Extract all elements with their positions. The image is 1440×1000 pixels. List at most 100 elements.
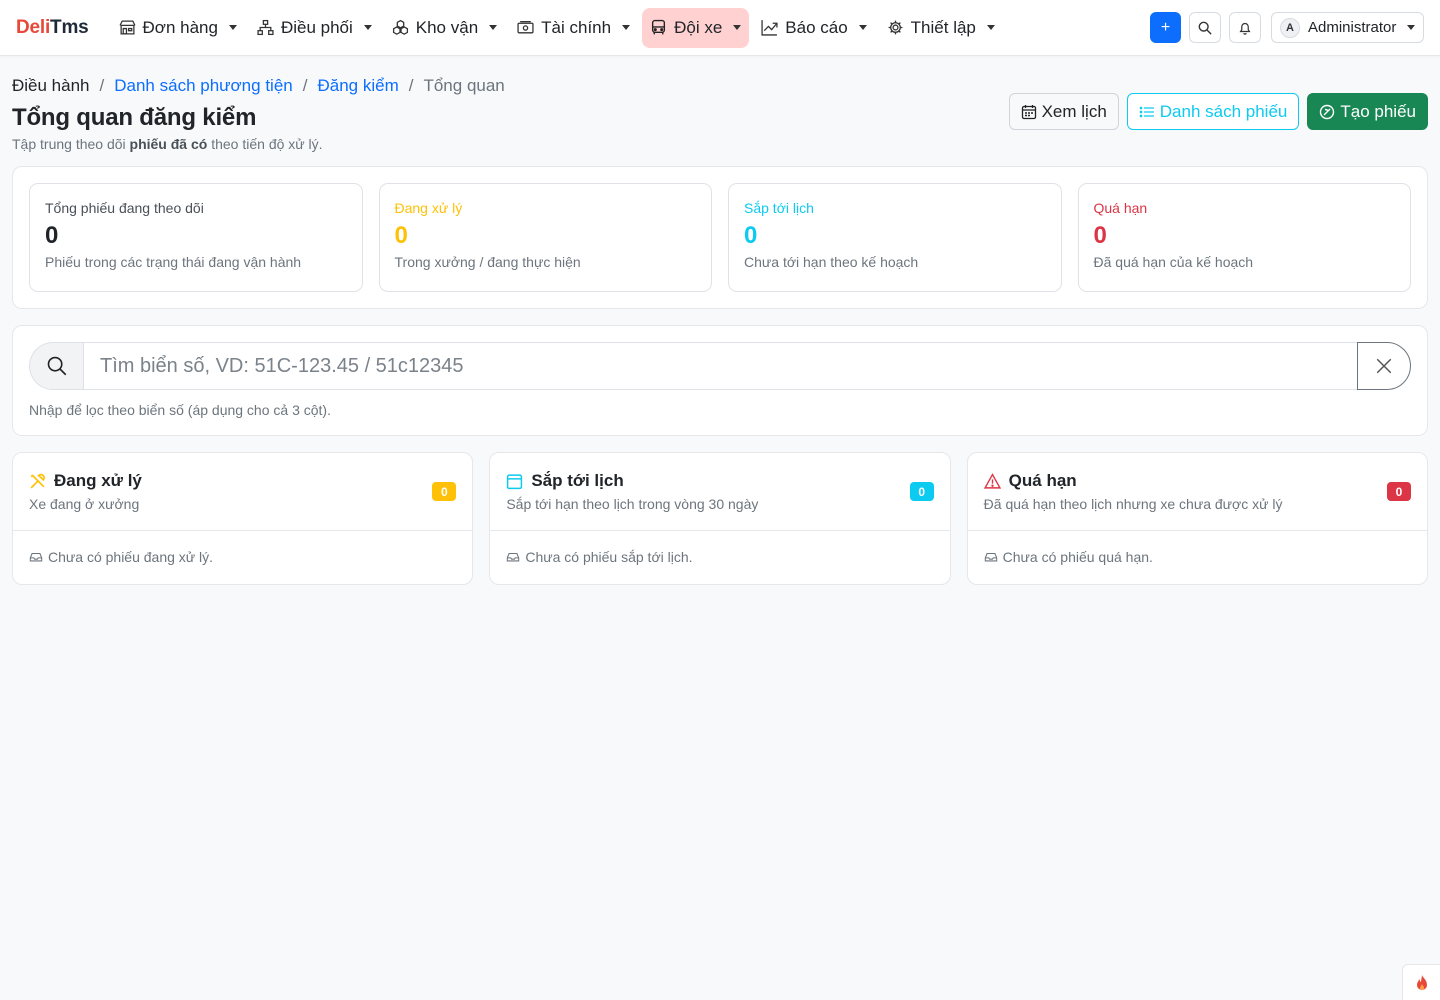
empty-text: Chưa có phiếu quá hạn. xyxy=(1002,549,1153,565)
stat-overdue: Quá hạn 0 Đã quá hạn của kế hoạch xyxy=(1077,183,1411,292)
bus-icon xyxy=(652,19,666,35)
top-navbar: DeliTms Đơn hàng Điều phối Kho vận Tài c… xyxy=(0,0,1440,56)
nav-item-label: Thiết lập xyxy=(910,17,976,37)
nav-item-label: Điều phối xyxy=(280,17,353,37)
brand-part1: Deli xyxy=(16,16,51,38)
breadcrumb-current: Tổng quan xyxy=(423,76,505,95)
nav-item-label: Báo cáo xyxy=(785,17,848,37)
breadcrumb-root[interactable]: Điều hành xyxy=(12,76,90,96)
chevron-down-icon xyxy=(733,25,742,30)
column-title: Quá hạn xyxy=(983,471,1411,491)
boxes-icon xyxy=(392,19,408,35)
stat-upcoming: Sắp tới lịch 0 Chưa tới hạn theo kế hoạc… xyxy=(728,183,1062,292)
plate-search-input[interactable] xyxy=(83,342,1357,390)
nav-item-reports[interactable]: Báo cáo xyxy=(753,8,874,48)
chevron-down-icon xyxy=(228,25,237,30)
stat-value: 0 xyxy=(45,222,59,249)
calendar-icon xyxy=(507,473,523,489)
header-actions: Xem lịch Danh sách phiếu Tạo phiếu xyxy=(1008,93,1428,130)
button-label: Tạo phiếu xyxy=(1340,101,1416,121)
status-columns: Đang xử lý Xe đang ở xưởng 0 Chưa có phi… xyxy=(12,452,1428,585)
column-empty-state: Chưa có phiếu quá hạn. xyxy=(968,531,1427,565)
diagram-icon xyxy=(257,19,274,36)
empty-text: Chưa có phiếu sắp tới lịch. xyxy=(525,549,693,565)
notifications-button[interactable] xyxy=(1229,12,1261,43)
nav-item-dispatch[interactable]: Điều phối xyxy=(249,8,380,48)
column-empty-state: Chưa có phiếu đang xử lý. xyxy=(13,531,472,565)
stat-processing: Đang xử lý 0 Trong xưởng / đang thực hiệ… xyxy=(378,183,712,292)
chevron-down-icon xyxy=(363,25,372,30)
stat-description: Đã quá hạn của kế hoạch xyxy=(1093,254,1254,270)
stat-description: Chưa tới hạn theo kế hoạch xyxy=(744,254,919,270)
button-label: Danh sách phiếu xyxy=(1159,101,1288,121)
nav-item-orders[interactable]: Đơn hàng xyxy=(111,8,245,48)
page-header: Điều hành / Danh sách phương tiện / Đăng… xyxy=(0,56,1440,166)
stat-label: Quá hạn xyxy=(1093,200,1148,216)
create-ticket-button[interactable]: Tạo phiếu xyxy=(1307,93,1428,130)
subtitle-text: Tập trung theo dõi xyxy=(12,136,130,152)
chevron-down-icon xyxy=(858,25,867,30)
column-processing: Đang xử lý Xe đang ở xưởng 0 Chưa có phi… xyxy=(12,452,474,585)
stat-value: 0 xyxy=(394,222,408,249)
column-title-text: Đang xử lý xyxy=(54,471,142,490)
nav-item-settings[interactable]: Thiết lập xyxy=(879,8,1003,48)
column-subtitle: Xe đang ở xưởng xyxy=(29,496,140,512)
search-addon xyxy=(29,342,83,390)
quick-add-button[interactable]: + xyxy=(1150,12,1181,43)
chevron-down-icon xyxy=(622,25,631,30)
debug-toolbar-toggle[interactable] xyxy=(1402,964,1440,1000)
main-menu: Đơn hàng Điều phối Kho vận Tài chính Đội… xyxy=(111,7,1003,48)
warning-icon xyxy=(983,472,1001,489)
list-icon xyxy=(1139,106,1154,117)
breadcrumb-vehicles-link[interactable]: Danh sách phương tiện xyxy=(114,76,292,96)
search-group xyxy=(29,342,1411,390)
stats-card: Tổng phiếu đang theo dõi 0 Phiếu trong c… xyxy=(12,166,1428,309)
close-icon xyxy=(1376,358,1392,374)
view-calendar-button[interactable]: Xem lịch xyxy=(1008,93,1119,130)
user-name: Administrator xyxy=(1308,19,1397,36)
stat-total: Tổng phiếu đang theo dõi 0 Phiếu trong c… xyxy=(29,183,363,292)
shop-icon xyxy=(119,20,136,35)
button-label: Xem lịch xyxy=(1041,101,1107,121)
plus-circle-icon xyxy=(1320,104,1335,119)
brand-logo[interactable]: DeliTms xyxy=(16,17,89,39)
flame-icon xyxy=(1416,974,1427,990)
nav-item-label: Đội xe xyxy=(674,17,723,37)
column-title-text: Quá hạn xyxy=(1008,471,1077,490)
nav-item-finance[interactable]: Tài chính xyxy=(509,8,638,48)
calendar-week-icon xyxy=(1021,104,1036,119)
chevron-down-icon xyxy=(1407,25,1415,30)
empty-text: Chưa có phiếu đang xử lý. xyxy=(48,549,214,565)
count-badge: 0 xyxy=(1386,482,1411,501)
count-badge: 0 xyxy=(432,482,457,501)
count-badge: 0 xyxy=(909,482,934,501)
bell-icon xyxy=(1239,22,1251,35)
breadcrumb-inspection-link[interactable]: Đăng kiểm xyxy=(317,76,398,96)
nav-item-warehouse[interactable]: Kho vận xyxy=(384,8,505,48)
search-button[interactable] xyxy=(1189,12,1221,43)
subtitle-bold: phiếu đã có xyxy=(129,136,208,152)
column-title: Đang xử lý xyxy=(29,471,456,491)
column-title-text: Sắp tới lịch xyxy=(531,471,624,490)
breadcrumb-separator: / xyxy=(408,76,414,95)
breadcrumb-separator: / xyxy=(302,76,308,95)
page-subtitle: Tập trung theo dõi phiếu đã có theo tiến… xyxy=(12,136,1428,152)
avatar: A xyxy=(1280,17,1300,38)
column-empty-state: Chưa có phiếu sắp tới lịch. xyxy=(490,531,949,565)
chevron-down-icon xyxy=(489,25,498,30)
stat-description: Trong xưởng / đang thực hiện xyxy=(394,254,581,270)
column-upcoming: Sắp tới lịch Sắp tới hạn theo lịch trong… xyxy=(489,452,951,585)
stat-label: Tổng phiếu đang theo dõi xyxy=(45,200,204,216)
gear-icon xyxy=(888,20,903,35)
nav-item-label: Tài chính xyxy=(541,17,612,37)
column-header: Quá hạn Đã quá hạn theo lịch nhưng xe ch… xyxy=(967,453,1427,531)
nav-item-fleet[interactable]: Đội xe xyxy=(642,7,750,48)
breadcrumb-separator: / xyxy=(99,76,105,95)
ticket-list-button[interactable]: Danh sách phiếu xyxy=(1126,93,1300,130)
clear-search-button[interactable] xyxy=(1357,342,1411,390)
tools-icon xyxy=(30,473,45,488)
user-menu-button[interactable]: A Administrator xyxy=(1271,12,1424,43)
stat-label: Đang xử lý xyxy=(394,200,463,216)
search-icon xyxy=(1198,21,1212,35)
chevron-down-icon xyxy=(986,25,995,30)
